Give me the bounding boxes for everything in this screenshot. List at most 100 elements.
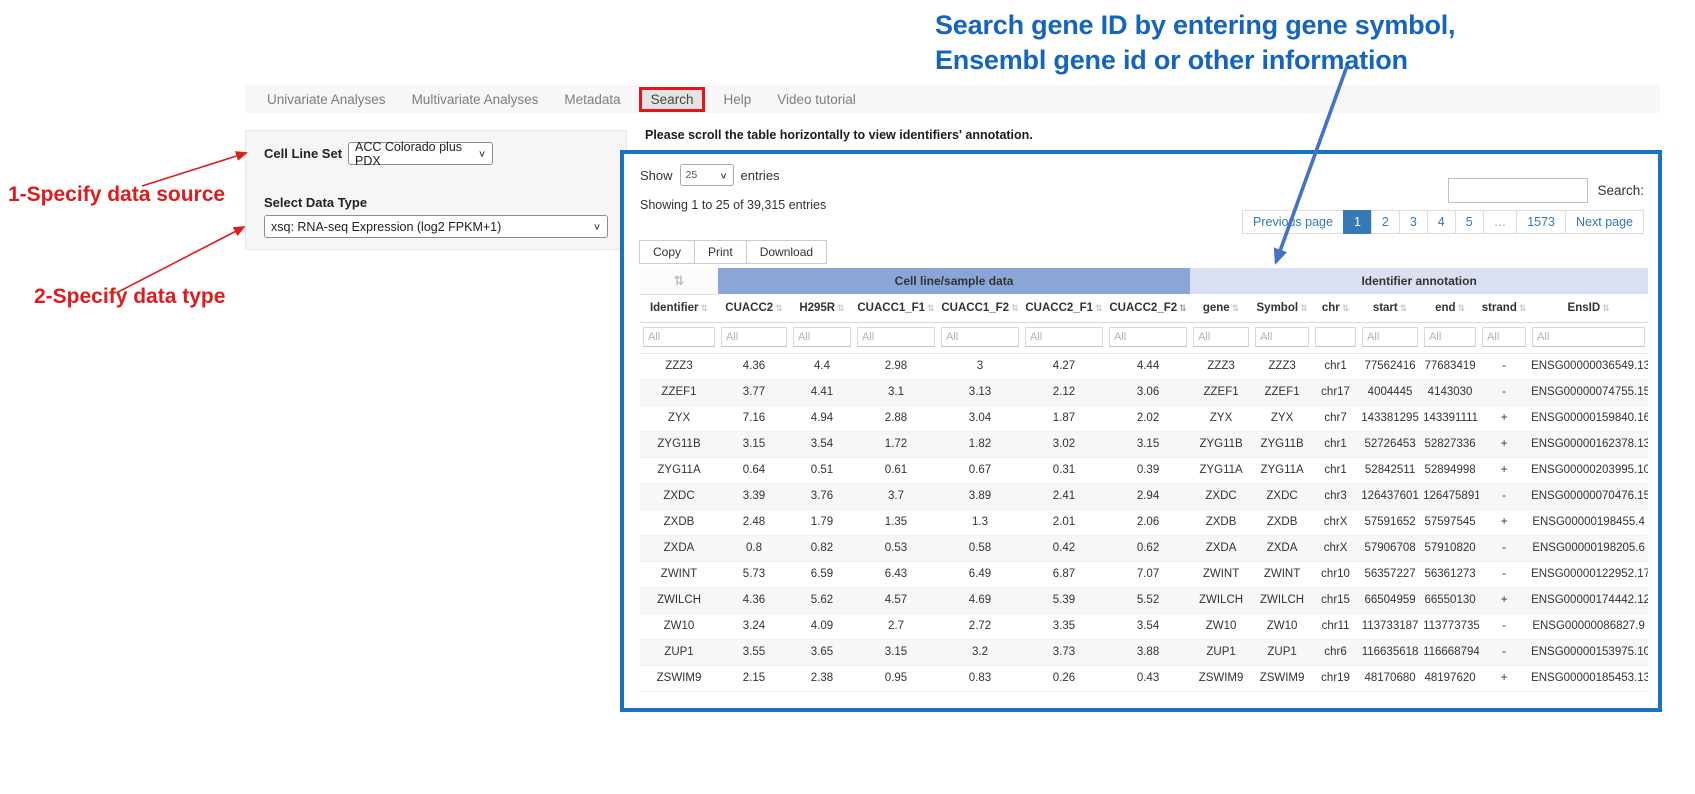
column-header[interactable]: CUACC1_F2⇅	[938, 294, 1022, 322]
export-button[interactable]: Print	[694, 240, 747, 264]
column-filter-input[interactable]	[1109, 327, 1187, 347]
sort-icon: ⇅	[1095, 303, 1103, 313]
column-header[interactable]: gene⇅	[1190, 294, 1252, 322]
column-filter-input[interactable]	[643, 327, 715, 347]
table-cell: ENSG00000174442.12	[1529, 587, 1648, 613]
nav-item-univariate-analyses[interactable]: Univariate Analyses	[245, 92, 399, 107]
column-header[interactable]: H295R⇅	[790, 294, 854, 322]
table-row: ZWILCH 4.36 5.62 4.57 4.69 5.39 5.52 ZWI…	[640, 587, 1648, 613]
table-cell: ENSG00000162378.13	[1529, 431, 1648, 457]
page-length-select[interactable]: 25 ∨	[680, 164, 734, 186]
page-number-button[interactable]: 1573	[1516, 210, 1566, 234]
column-header[interactable]: Identifier⇅	[640, 294, 718, 322]
page-number-button[interactable]: 1	[1343, 210, 1372, 234]
cell-line-set-select[interactable]: ACC Colorado plus PDX ∨	[348, 142, 493, 165]
sort-icon: ⇅	[1232, 303, 1240, 313]
column-header[interactable]: start⇅	[1359, 294, 1421, 322]
table-cell: chr19	[1312, 665, 1359, 691]
nav-bar: Univariate Analyses Multivariate Analyse…	[245, 85, 1660, 113]
page-number-button[interactable]: 4	[1427, 210, 1456, 234]
table-cell: ZXDC	[1190, 483, 1252, 509]
column-header-row: Identifier⇅ CUACC2⇅ H295R⇅ CUACC1_F1⇅ CU…	[640, 294, 1648, 322]
column-header[interactable]: Symbol⇅	[1252, 294, 1312, 322]
table-cell: ZYX	[1190, 405, 1252, 431]
table-cell: 6.43	[854, 561, 938, 587]
page-number-button[interactable]: 5	[1455, 210, 1484, 234]
column-header[interactable]: strand⇅	[1479, 294, 1529, 322]
column-filter-input[interactable]	[1424, 327, 1476, 347]
table-cell: 2.48	[718, 509, 790, 535]
column-header[interactable]: CUACC2⇅	[718, 294, 790, 322]
search-results-container: Show 25 ∨ entries Showing 1 to 25 of 39,…	[620, 150, 1662, 712]
column-filter-input[interactable]	[1315, 327, 1356, 347]
column-filter-input[interactable]	[941, 327, 1019, 347]
column-header[interactable]: EnsID⇅	[1529, 294, 1648, 322]
table-cell: ZYX	[640, 405, 718, 431]
column-filter-input[interactable]	[1532, 327, 1645, 347]
chevron-down-icon: ∨	[593, 221, 601, 231]
table-cell: ZZEF1	[1252, 379, 1312, 405]
column-header[interactable]: chr⇅	[1312, 294, 1359, 322]
table-cell: 4.94	[790, 405, 854, 431]
table-row: ZW10 3.24 4.09 2.7 2.72 3.35 3.54 ZW10 Z…	[640, 613, 1648, 639]
chevron-down-icon: ∨	[478, 148, 486, 158]
nav-item-help[interactable]: Help	[710, 92, 764, 107]
table-cell: -	[1479, 639, 1529, 665]
sort-icon: ⇅	[1602, 303, 1610, 313]
nav-item-video-tutorial[interactable]: Video tutorial	[764, 92, 869, 107]
previous-page-button[interactable]: Previous page	[1242, 210, 1344, 234]
identifier-sort-header[interactable]: ⇅	[640, 268, 718, 294]
filter-row	[640, 322, 1648, 353]
column-filter-input[interactable]	[793, 327, 851, 347]
table-cell: 3.02	[1022, 431, 1106, 457]
sort-icon: ⇅	[674, 273, 685, 288]
sort-icon: ⇅	[1179, 303, 1187, 313]
table-cell: 1.3	[938, 509, 1022, 535]
table-cell: 0.62	[1106, 535, 1190, 561]
table-cell: 113733187	[1359, 613, 1421, 639]
table-cell: ZUP1	[640, 639, 718, 665]
column-header[interactable]: CUACC2_F2⇅	[1106, 294, 1190, 322]
table-cell: 3.76	[790, 483, 854, 509]
table-cell: ENSG00000198455.4	[1529, 509, 1648, 535]
table-cell: 4.09	[790, 613, 854, 639]
table-cell: 0.58	[938, 535, 1022, 561]
table-cell: 3.54	[790, 431, 854, 457]
nav-item-multivariate-analyses[interactable]: Multivariate Analyses	[399, 92, 552, 107]
table-cell: 2.72	[938, 613, 1022, 639]
page-number-button[interactable]: 3	[1399, 210, 1428, 234]
table-cell: 1.35	[854, 509, 938, 535]
export-button[interactable]: Copy	[639, 240, 695, 264]
column-filter-input[interactable]	[1025, 327, 1103, 347]
nav-item-search[interactable]: Search	[639, 87, 706, 112]
table-cell: ZW10	[640, 613, 718, 639]
table-cell: 0.82	[790, 535, 854, 561]
nav-item-metadata[interactable]: Metadata	[551, 92, 633, 107]
table-cell: 57910820	[1421, 535, 1479, 561]
table-cell: 0.8	[718, 535, 790, 561]
table-cell: ZZEF1	[1190, 379, 1252, 405]
table-cell: 1.82	[938, 431, 1022, 457]
export-button[interactable]: Download	[746, 240, 827, 264]
table-row: ZUP1 3.55 3.65 3.15 3.2 3.73 3.88 ZUP1 Z…	[640, 639, 1648, 665]
search-input[interactable]	[1448, 178, 1588, 203]
column-filter-input[interactable]	[1482, 327, 1526, 347]
column-header[interactable]: end⇅	[1421, 294, 1479, 322]
table-cell: chrX	[1312, 509, 1359, 535]
column-filter-input[interactable]	[857, 327, 935, 347]
next-page-button[interactable]: Next page	[1565, 210, 1644, 234]
column-filter-input[interactable]	[1362, 327, 1418, 347]
page-number-button[interactable]: …	[1483, 210, 1518, 234]
table-cell: ZXDB	[640, 509, 718, 535]
table-cell: 52726453	[1359, 431, 1421, 457]
column-filter-input[interactable]	[1193, 327, 1249, 347]
page-number-button[interactable]: 2	[1371, 210, 1400, 234]
table-cell: 3.55	[718, 639, 790, 665]
column-filter-input[interactable]	[721, 327, 787, 347]
table-row: ZYG11A 0.64 0.51 0.61 0.67 0.31 0.39 ZYG…	[640, 457, 1648, 483]
table-cell: ZXDA	[1190, 535, 1252, 561]
data-type-select[interactable]: xsq: RNA-seq Expression (log2 FPKM+1) ∨	[264, 215, 608, 238]
column-header[interactable]: CUACC1_F1⇅	[854, 294, 938, 322]
column-filter-input[interactable]	[1255, 327, 1309, 347]
column-header[interactable]: CUACC2_F1⇅	[1022, 294, 1106, 322]
